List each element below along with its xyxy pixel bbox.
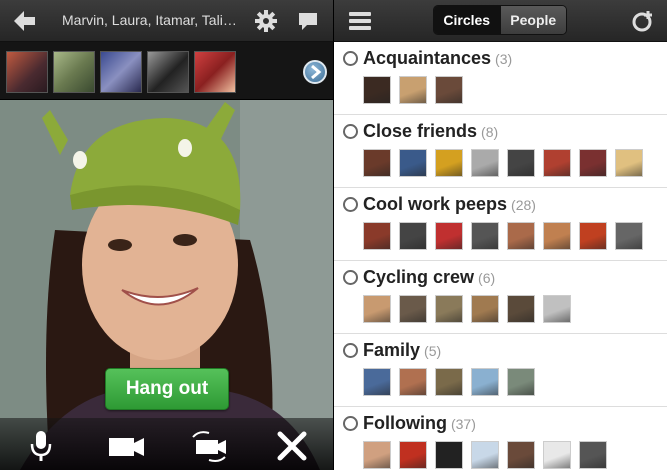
avatar[interactable] — [399, 441, 427, 469]
participant-thumbnail[interactable] — [100, 51, 142, 93]
circle-row[interactable]: Family (5) — [334, 334, 667, 407]
video-camera-icon[interactable] — [104, 428, 148, 464]
circle-name: Acquaintances (3) — [363, 48, 512, 69]
video-participant-image — [0, 100, 333, 470]
circles-top-bar: Circles People — [334, 0, 667, 42]
tab-circles[interactable]: Circles — [434, 6, 500, 34]
avatar[interactable] — [363, 76, 391, 104]
avatar[interactable] — [435, 76, 463, 104]
avatar[interactable] — [471, 441, 499, 469]
avatar[interactable] — [363, 295, 391, 323]
add-circle-icon[interactable] — [631, 9, 655, 33]
avatar[interactable] — [543, 295, 571, 323]
avatar[interactable] — [471, 295, 499, 323]
circles-panel: Circles People Acquaintances (3) Close fri… — [334, 0, 667, 470]
circle-select-radio[interactable] — [343, 51, 358, 66]
avatar[interactable] — [507, 368, 535, 396]
call-control-bar — [0, 418, 333, 470]
avatar[interactable] — [471, 368, 499, 396]
circle-name: Cycling crew (6) — [363, 267, 495, 288]
menu-icon[interactable] — [348, 10, 372, 32]
participant-thumbnail[interactable] — [6, 51, 48, 93]
circle-name: Following (37) — [363, 413, 476, 434]
avatar[interactable] — [435, 295, 463, 323]
circle-name: Close friends (8) — [363, 121, 498, 142]
circle-select-radio[interactable] — [343, 343, 358, 358]
close-icon[interactable] — [270, 428, 314, 464]
hangout-panel: Marvin, Laura, Itamar, Tali,... Hang out — [0, 0, 333, 470]
participants-names: Marvin, Laura, Itamar, Tali,... — [62, 12, 237, 28]
circle-member-count: (37) — [450, 416, 476, 432]
avatar[interactable] — [399, 149, 427, 177]
chat-bubble-icon[interactable] — [296, 9, 320, 33]
avatar[interactable] — [363, 368, 391, 396]
view-segmented-control: Circles People — [433, 5, 567, 35]
circle-row[interactable]: Acquaintances (3) — [334, 42, 667, 115]
avatar[interactable] — [471, 222, 499, 250]
avatar[interactable] — [507, 149, 535, 177]
gear-icon[interactable] — [254, 9, 278, 33]
circle-list: Acquaintances (3) Close friends (8) Cool wor… — [334, 42, 667, 470]
avatar[interactable] — [543, 441, 571, 469]
avatar[interactable] — [435, 149, 463, 177]
circle-row[interactable]: Cycling crew (6) — [334, 261, 667, 334]
avatar[interactable] — [507, 441, 535, 469]
circle-select-radio[interactable] — [343, 270, 358, 285]
avatar[interactable] — [363, 222, 391, 250]
circle-name-label: Family — [363, 340, 421, 360]
participant-thumbnail[interactable] — [53, 51, 95, 93]
hang-out-button[interactable]: Hang out — [105, 368, 229, 410]
avatar[interactable] — [615, 222, 643, 250]
hangout-top-bar: Marvin, Laura, Itamar, Tali,... — [0, 0, 333, 42]
circle-name-label: Close friends — [363, 121, 478, 141]
avatar[interactable] — [507, 295, 535, 323]
circle-member-count: (3) — [495, 51, 513, 67]
avatar[interactable] — [399, 222, 427, 250]
circle-row[interactable]: Cool work peeps (28) — [334, 188, 667, 261]
chevron-right-icon[interactable] — [303, 60, 327, 84]
avatar[interactable] — [543, 222, 571, 250]
circle-member-count: (28) — [511, 197, 536, 213]
avatar[interactable] — [579, 222, 607, 250]
avatar[interactable] — [471, 149, 499, 177]
circle-select-radio[interactable] — [343, 124, 358, 139]
circle-select-radio[interactable] — [343, 197, 358, 212]
avatar[interactable] — [399, 368, 427, 396]
tab-people[interactable]: People — [499, 6, 566, 34]
circle-name: Family (5) — [363, 340, 441, 361]
avatar[interactable] — [435, 222, 463, 250]
avatar[interactable] — [399, 295, 427, 323]
avatar[interactable] — [543, 149, 571, 177]
main-video-feed — [0, 100, 333, 470]
circle-row[interactable]: Following (37) — [334, 407, 667, 470]
circle-name-label: Cool work peeps — [363, 194, 508, 214]
avatar[interactable] — [435, 441, 463, 469]
avatar[interactable] — [435, 368, 463, 396]
circle-name-label: Acquaintances — [363, 48, 492, 68]
participant-thumbnail[interactable] — [147, 51, 189, 93]
avatar[interactable] — [579, 149, 607, 177]
avatar[interactable] — [615, 149, 643, 177]
circle-member-count: (8) — [481, 124, 499, 140]
avatar[interactable] — [507, 222, 535, 250]
circle-member-count: (6) — [478, 270, 496, 286]
avatar[interactable] — [363, 149, 391, 177]
circle-select-radio[interactable] — [343, 416, 358, 431]
microphone-icon[interactable] — [19, 428, 63, 464]
circle-name-label: Cycling crew — [363, 267, 475, 287]
circle-name: Cool work peeps (28) — [363, 194, 536, 215]
back-arrow-icon[interactable] — [10, 8, 38, 34]
circle-member-count: (5) — [424, 343, 442, 359]
participant-thumbnail-strip — [0, 42, 333, 100]
avatar[interactable] — [579, 441, 607, 469]
switch-camera-icon[interactable] — [187, 428, 231, 464]
circle-row[interactable]: Close friends (8) — [334, 115, 667, 188]
avatar[interactable] — [399, 76, 427, 104]
circle-name-label: Following — [363, 413, 447, 433]
avatar[interactable] — [363, 441, 391, 469]
participant-thumbnail[interactable] — [194, 51, 236, 93]
